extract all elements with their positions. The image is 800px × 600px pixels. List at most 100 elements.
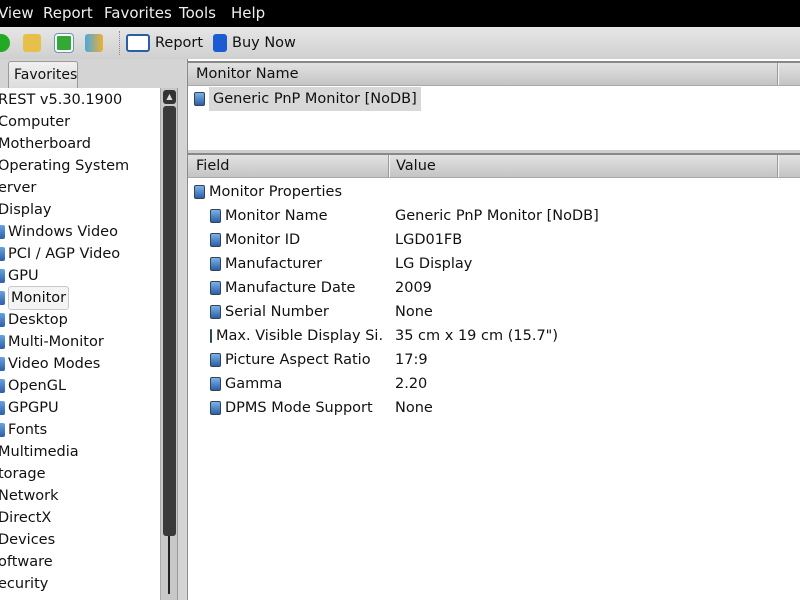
tree-item[interactable]: GPGPU <box>0 397 59 419</box>
tree-item[interactable]: Multi-Monitor <box>0 331 104 353</box>
tree-item[interactable]: OpenGL <box>0 375 66 397</box>
tree-item-label: Display <box>0 202 52 218</box>
scroll-thumb[interactable] <box>163 106 176 536</box>
monitor-list-item-label: Generic PnP Monitor [NoDB] <box>209 87 421 111</box>
field-label: Picture Aspect Ratio <box>225 352 371 368</box>
tree-item-label: GPGPU <box>8 400 59 416</box>
tree-item[interactable]: Computer <box>0 111 70 133</box>
folder-up-icon[interactable] <box>23 34 41 52</box>
field-label: Gamma <box>225 376 283 392</box>
refresh-icon[interactable] <box>54 33 74 53</box>
tree-item[interactable]: Network <box>0 485 59 507</box>
tree-item[interactable]: Motherboard <box>0 133 91 155</box>
menu-tools[interactable]: Tools <box>179 4 216 22</box>
menu-help[interactable]: Help <box>231 4 265 22</box>
tree-item-label: Multi-Monitor <box>8 334 104 350</box>
detail-row[interactable]: Serial Number <box>210 300 382 324</box>
field-label: Max. Visible Display Si... <box>216 328 382 344</box>
tree-item-label: erver <box>0 180 37 196</box>
column-divider[interactable] <box>777 63 779 85</box>
toolbar: Report Buy Now <box>0 27 800 59</box>
monitor-icon <box>0 269 5 283</box>
tree-item-label: PCI / AGP Video <box>8 246 121 262</box>
column-divider[interactable] <box>777 155 779 177</box>
tree-item[interactable]: Fonts <box>0 419 47 441</box>
column-value[interactable]: Value <box>388 158 436 174</box>
tree-item[interactable]: Video Modes <box>0 353 100 375</box>
tree-item-label: torage <box>0 466 46 482</box>
scroll-track <box>168 536 170 594</box>
tree-item[interactable]: oftware <box>0 551 53 573</box>
tree-item-label: Windows Video <box>8 224 118 240</box>
field-value: 17:9 <box>395 352 428 368</box>
menu-report[interactable]: Report <box>43 4 93 22</box>
tree-item-label: REST v5.30.1900 <box>0 92 123 108</box>
monitor-list-item[interactable]: Generic PnP Monitor [NoDB] <box>194 87 421 111</box>
buy-now-button[interactable]: Buy Now <box>213 32 296 54</box>
monitor-icon <box>210 401 221 415</box>
detail-row[interactable]: Picture Aspect Ratio <box>210 348 382 372</box>
monitor-list-header: Monitor Name <box>188 61 800 86</box>
tree-item[interactable]: torage <box>0 463 46 485</box>
group-label: Monitor Properties <box>209 184 343 200</box>
tree-item[interactable]: DirectX <box>0 507 51 529</box>
monitor-icon <box>0 357 5 371</box>
tree-item[interactable]: GPU <box>0 265 39 287</box>
tree-item[interactable]: Display <box>0 199 51 221</box>
monitor-icon <box>210 329 212 343</box>
tree-item[interactable]: Devices <box>0 529 55 551</box>
tree-item-label: Fonts <box>8 422 48 438</box>
column-monitor-name[interactable]: Monitor Name <box>188 66 299 82</box>
tree-item[interactable]: erver <box>0 177 36 199</box>
tree-item-label: DirectX <box>0 510 52 526</box>
tree-item[interactable]: Operating System <box>0 155 129 177</box>
detail-row[interactable]: DPMS Mode Support <box>210 396 382 420</box>
detail-row[interactable]: Monitor Name <box>210 204 382 228</box>
report-button[interactable]: Report <box>126 32 203 54</box>
menu-view[interactable]: View <box>0 4 34 22</box>
field-value: Generic PnP Monitor [NoDB] <box>395 208 599 224</box>
monitor-icon <box>0 291 5 305</box>
tree-item-label: Desktop <box>8 312 68 328</box>
monitor-icon <box>210 233 221 247</box>
group-row[interactable]: Monitor Properties <box>194 180 342 204</box>
column-field[interactable]: Field <box>188 158 229 174</box>
monitor-icon <box>194 92 205 106</box>
tree-item[interactable]: Multimedia <box>0 441 79 463</box>
detail-row[interactable]: Max. Visible Display Si... <box>210 324 382 348</box>
detail-row[interactable]: Gamma <box>210 372 382 396</box>
tree-item[interactable]: PCI / AGP Video <box>0 243 120 265</box>
tree-scrollbar[interactable]: ▲ <box>160 88 177 600</box>
detail-row[interactable]: Manufacture Date <box>210 276 382 300</box>
toolbar-separator <box>119 31 120 55</box>
monitor-icon <box>0 313 5 327</box>
tree-item[interactable]: Monitor <box>0 286 70 310</box>
tree-item[interactable]: REST v5.30.1900 <box>0 89 122 111</box>
detail-row[interactable]: Monitor ID <box>210 228 382 252</box>
tree-item[interactable]: Desktop <box>0 309 68 331</box>
tab-favorites[interactable]: Favorites <box>8 61 78 88</box>
scroll-up-button[interactable]: ▲ <box>163 90 176 104</box>
field-label: Manufacturer <box>225 256 323 272</box>
menu-favorites[interactable]: Favorites <box>104 4 172 22</box>
monitor-icon <box>210 257 221 271</box>
tree-item-label: Video Modes <box>8 356 101 372</box>
content-panel: Monitor Name Generic PnP Monitor [NoDB] … <box>187 59 800 600</box>
monitor-icon <box>0 247 5 261</box>
field-label: Monitor Name <box>225 208 328 224</box>
monitor-icon <box>0 401 5 415</box>
tree-item-label: GPU <box>8 268 39 284</box>
tree-item[interactable]: Windows Video <box>0 221 118 243</box>
detail-row[interactable]: Manufacturer <box>210 252 382 276</box>
field-label: DPMS Mode Support <box>225 400 373 416</box>
users-icon[interactable] <box>85 34 103 52</box>
report-icon <box>126 34 150 52</box>
monitor-icon <box>210 353 221 367</box>
tree-item-label: oftware <box>0 554 53 570</box>
tree-item[interactable]: ecurity <box>0 573 48 595</box>
field-value: LG Display <box>395 256 473 272</box>
monitor-icon <box>0 225 5 239</box>
monitor-icon <box>0 423 5 437</box>
forward-icon[interactable] <box>0 34 10 52</box>
field-value: 2.20 <box>395 376 428 392</box>
